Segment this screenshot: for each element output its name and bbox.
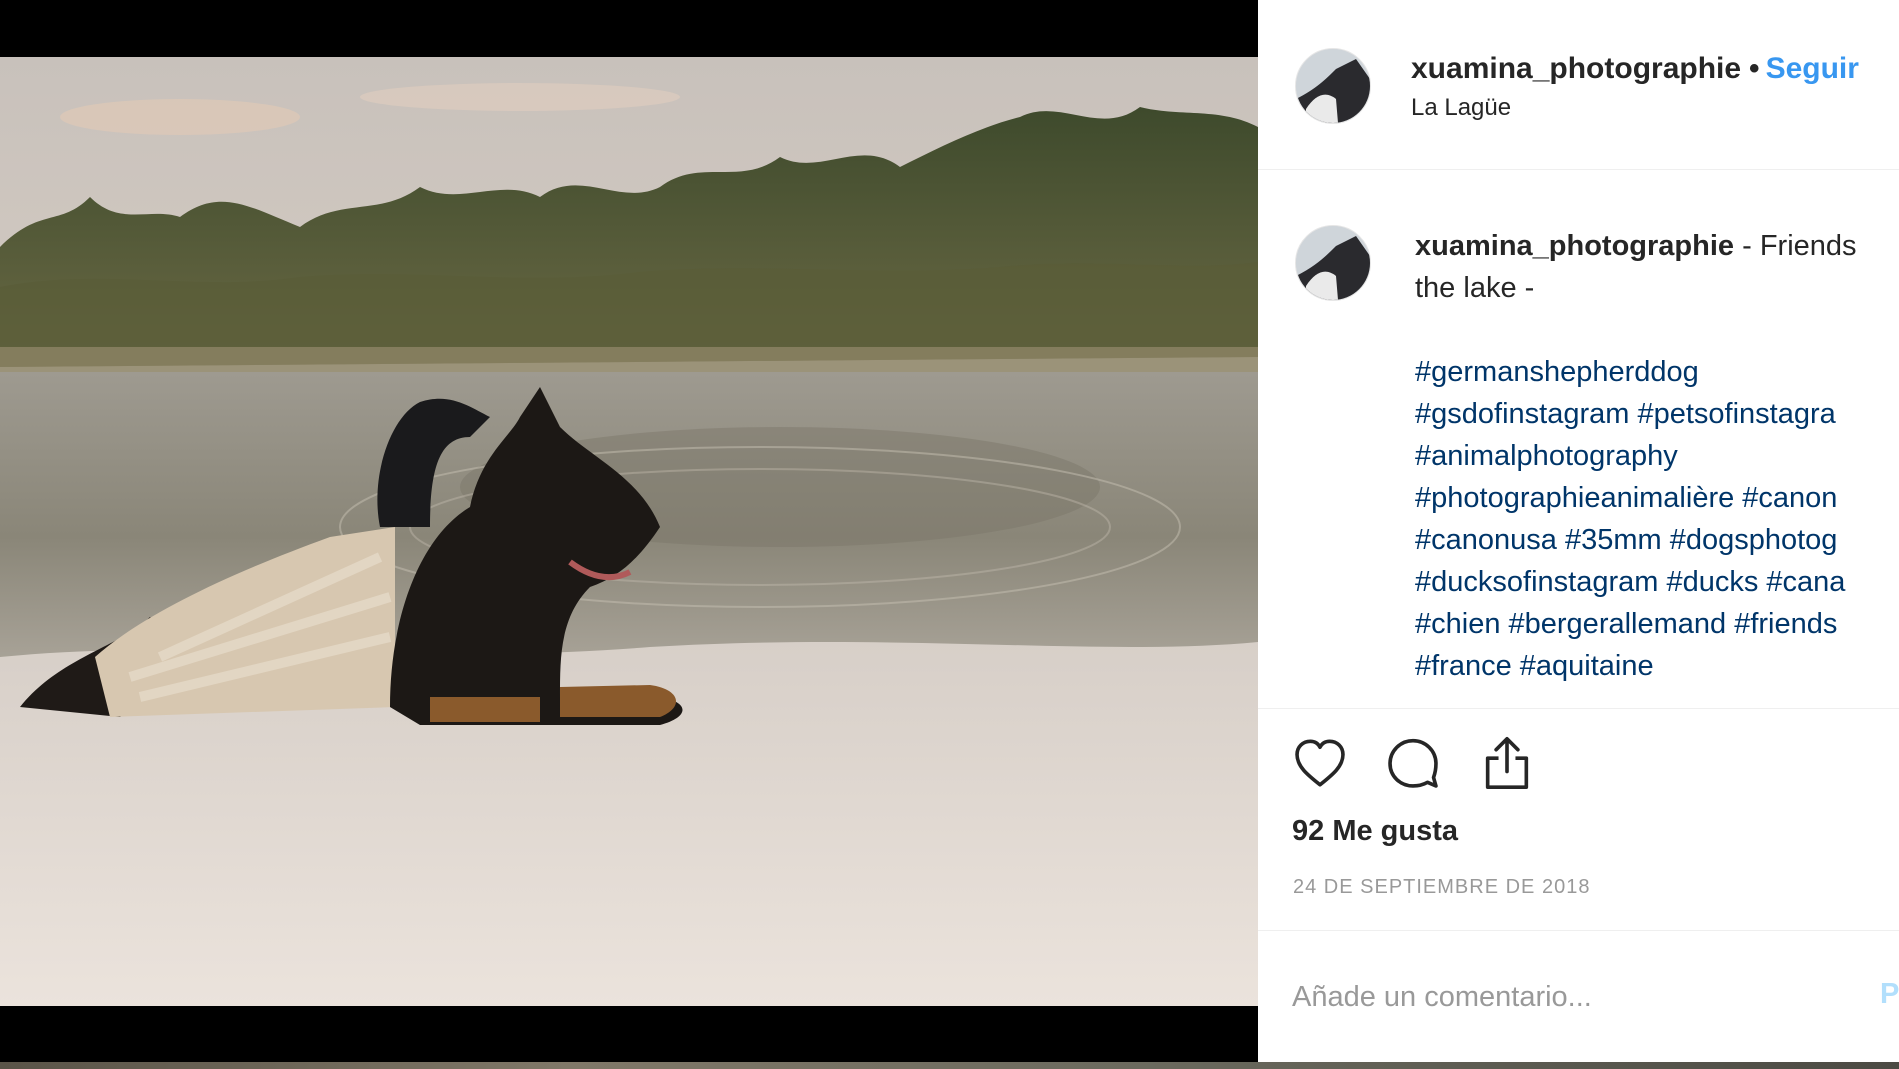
hashtag-line[interactable]: #gsdofinstagram #petsofinstagra	[1415, 393, 1899, 435]
caption-username-link[interactable]: xuamina_photographie	[1415, 230, 1734, 262]
comment-input[interactable]	[1292, 975, 1852, 1019]
post-media-pane	[0, 0, 1258, 1069]
background-strip	[0, 1062, 1899, 1069]
hashtag-line[interactable]: #germanshepherddog	[1415, 351, 1899, 393]
comment-bubble-icon	[1388, 738, 1438, 788]
follow-button[interactable]: Seguir	[1766, 52, 1859, 85]
hashtag-line[interactable]: #ducksofinstagram #ducks #cana	[1415, 561, 1899, 603]
likes-count[interactable]: 92 Me gusta	[1292, 815, 1458, 848]
header-separator: •	[1749, 52, 1760, 85]
author-username-link[interactable]: xuamina_photographie	[1411, 52, 1741, 85]
caption-first-line: xuamina_photographie - Friends	[1415, 225, 1899, 267]
post-photo-image	[0, 57, 1258, 1006]
post-photo[interactable]	[0, 57, 1258, 1006]
location-link[interactable]: La Lagüe	[1411, 94, 1511, 122]
caption-divider	[1258, 708, 1899, 709]
post-header: xuamina_photographie • Seguir	[1411, 52, 1859, 86]
author-avatar[interactable]	[1295, 48, 1371, 124]
caption-text: - Friends	[1734, 230, 1857, 262]
share-button[interactable]	[1478, 734, 1536, 792]
hashtag-line[interactable]: #canonusa #35mm #dogsphotog	[1415, 519, 1899, 561]
caption-text-line: the lake -	[1415, 272, 1535, 304]
comment-button[interactable]	[1384, 734, 1442, 792]
hashtag-line[interactable]: #chien #bergerallemand #friends	[1415, 603, 1899, 645]
header-divider	[1258, 169, 1899, 170]
post-caption: xuamina_photographie - Friends the lake …	[1415, 225, 1899, 687]
date-divider	[1258, 930, 1899, 931]
caption-author-avatar[interactable]	[1295, 225, 1371, 301]
heart-icon	[1295, 739, 1345, 787]
post-comment-button[interactable]: P	[1880, 978, 1899, 1011]
post-side-panel: xuamina_photographie • Seguir La Lagüe xua…	[1258, 0, 1899, 1062]
hashtag-line[interactable]: #animalphotography	[1415, 435, 1899, 477]
post-date: 24 de septiembre de 2018	[1293, 876, 1591, 898]
hashtag-line[interactable]: #france #aquitaine	[1415, 645, 1899, 687]
hashtag-line[interactable]: #photographieanimalière #canon	[1415, 477, 1899, 519]
share-icon	[1485, 737, 1529, 789]
like-button[interactable]	[1291, 734, 1349, 792]
